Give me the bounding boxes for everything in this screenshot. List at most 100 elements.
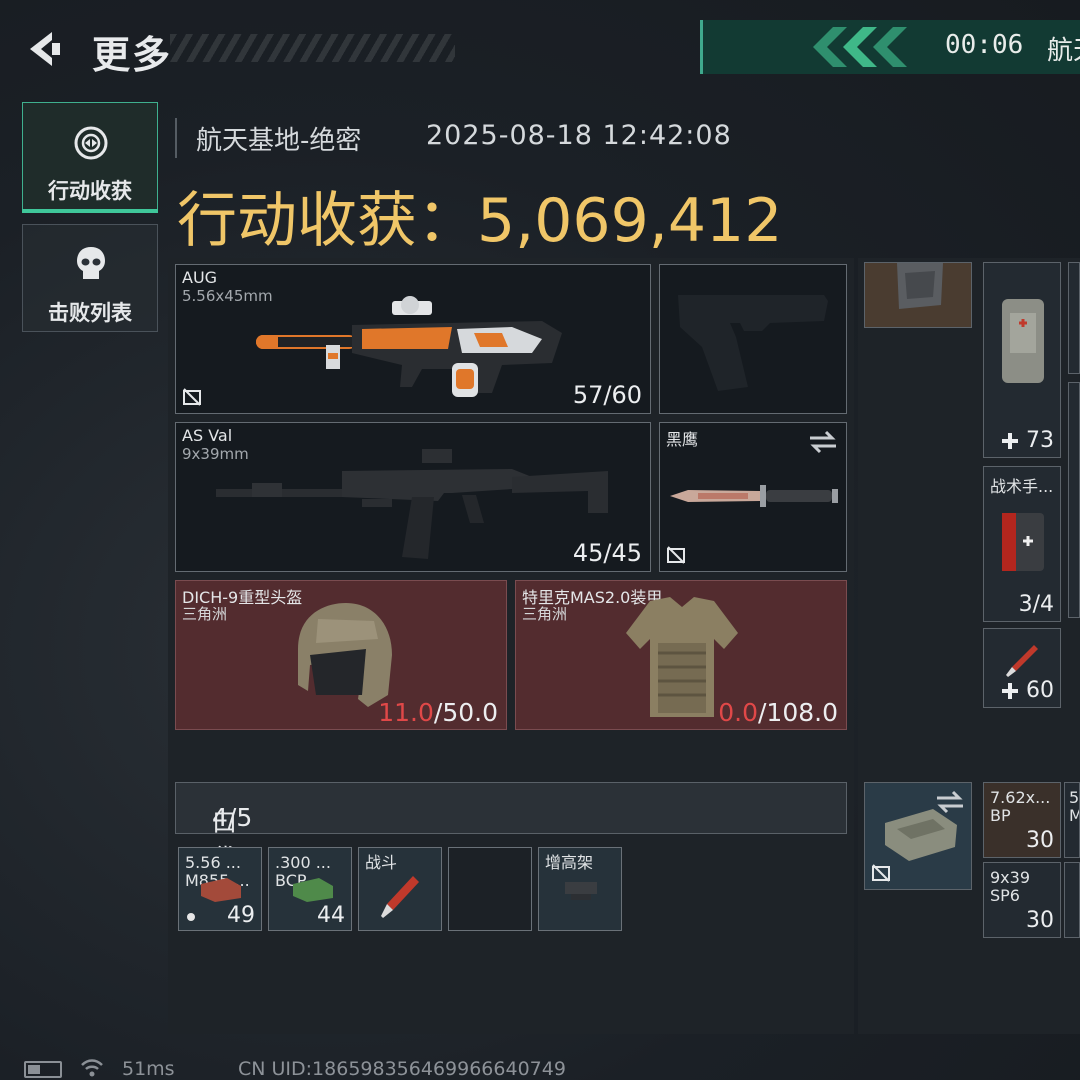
item-name: 增高架 xyxy=(545,853,594,872)
item-name-line1: 5 xyxy=(1069,788,1080,807)
loot-total-label: 行动收获： xyxy=(177,186,477,256)
plus-icon xyxy=(1002,433,1018,449)
item-name-line1: 5.56 ... xyxy=(185,853,241,872)
asval-rifle-icon xyxy=(216,449,608,559)
chevron-left-icon xyxy=(873,27,907,67)
skull-icon xyxy=(77,247,105,279)
armor-durability-current: 0.0 xyxy=(718,698,758,727)
item-name: 5M xyxy=(1069,788,1080,825)
item-count: 30 xyxy=(1026,828,1054,853)
loot-total-value: 5,069,412 xyxy=(477,186,783,256)
armor-durability-max: /108.0 xyxy=(758,698,838,727)
helmet-icon xyxy=(298,603,392,707)
page-title: 更多 xyxy=(92,33,173,77)
backpack-item-partial[interactable] xyxy=(1064,862,1080,938)
helmet-slot[interactable]: DICH-9重型头盔 三角洲 11.0/50.0 xyxy=(175,580,507,730)
item-count: 60 xyxy=(1026,678,1054,703)
body-armor-slot[interactable]: 特里克MAS2.0装甲 三角洲 0.0/108.0 xyxy=(515,580,847,730)
divider xyxy=(175,118,177,158)
wifi-icon xyxy=(81,1059,103,1077)
not-insured-icon xyxy=(667,546,685,564)
backpack-item-container[interactable] xyxy=(864,782,972,890)
backpack-item-ammo-762[interactable]: 7.62x... BP 30 xyxy=(983,782,1061,858)
helmet-durability-current: 11.0 xyxy=(378,698,434,727)
backpack-item-partial[interactable]: 5M xyxy=(1064,782,1080,858)
backpack-item-ammo-9x39[interactable]: 9x39 SP6 30 xyxy=(983,862,1061,938)
tab-operation-loot[interactable]: 行动收获 xyxy=(22,102,158,213)
helmet-durability: 11.0/50.0 xyxy=(378,698,498,727)
dot-indicator xyxy=(187,913,195,921)
raid-datetime: 2025-08-18 12:42:08 xyxy=(426,120,732,151)
backpack-item-partial[interactable] xyxy=(1068,262,1080,374)
helmet-maker: 三角洲 xyxy=(182,605,228,623)
backpack-item-syringe[interactable]: 60 xyxy=(983,628,1061,708)
item-name-line2: BP xyxy=(990,806,1011,825)
syringe-icon xyxy=(1006,645,1038,677)
secondary-weapon-slot[interactable]: AS Val 9x39mm 45/45 xyxy=(175,422,651,572)
item-count: 30 xyxy=(1026,908,1054,933)
pocket-item-ammo-300[interactable]: .300 ... BCP ... 44 xyxy=(268,847,352,931)
item-count: 44 xyxy=(317,903,345,928)
item-count: 73 xyxy=(1026,428,1054,453)
ammo-box-icon xyxy=(293,878,333,902)
item-name: 战术手... xyxy=(990,477,1054,496)
pocket-item-empty[interactable] xyxy=(448,847,532,931)
item-name-line2: SP6 xyxy=(990,886,1020,905)
battery-icon xyxy=(24,1061,62,1078)
weapon-ammo-count: 57/60 xyxy=(572,381,642,409)
primary-weapon-slot[interactable]: AUG 5.56x45mm 57/60 xyxy=(175,264,651,414)
tab-defeat-list-label: 击败列表 xyxy=(48,301,132,325)
item-name: 战斗 xyxy=(365,853,398,872)
melee-name: 黑鹰 xyxy=(666,430,699,449)
backpack-item-tactical-med[interactable]: 战术手... 3/4 xyxy=(983,466,1061,622)
item-name: 7.62x... BP xyxy=(990,789,1050,825)
sidearm-slot[interactable] xyxy=(659,264,847,414)
armor-durability: 0.0/108.0 xyxy=(718,698,838,727)
item-count: 3/4 xyxy=(1018,592,1054,617)
pocket-item-riser[interactable]: 增高架 xyxy=(538,847,622,931)
backpack-item-medkit[interactable]: 73 xyxy=(983,262,1061,458)
loot-total: 行动收获：5,069,412 xyxy=(177,172,782,259)
aug-rifle-icon xyxy=(256,296,562,397)
tab-operation-loot-label: 行动收获 xyxy=(48,179,132,203)
tactical-medkit-icon xyxy=(1002,513,1044,571)
operation-loot-icon xyxy=(74,126,108,160)
medkit-icon xyxy=(1002,299,1044,383)
ping-value: 51ms xyxy=(122,1058,175,1080)
pocket-item-ammo-556[interactable]: 5.56 ... M855 ... 49 xyxy=(178,847,262,931)
backpack-item-bag[interactable] xyxy=(864,262,972,328)
case-icon xyxy=(885,809,957,861)
helmet-durability-max: /50.0 xyxy=(433,698,498,727)
weapon-name: AUG xyxy=(182,268,218,287)
back-arrow-icon[interactable] xyxy=(22,28,64,70)
map-name: 航天基地-绝密 xyxy=(196,126,362,156)
item-name-line2: M xyxy=(1069,806,1079,825)
timer-value: 00:06 xyxy=(945,30,1024,60)
item-count: 49 xyxy=(227,903,255,928)
timer-map-label: 航天 xyxy=(1047,36,1080,66)
item-name-line1: 7.62x... xyxy=(990,788,1051,807)
melee-slot[interactable]: 黑鹰 xyxy=(659,422,847,572)
user-uid: CN UID:18659835646996664​0749 xyxy=(238,1058,566,1080)
item-name-line1: .300 ... xyxy=(275,853,331,872)
weapon-ammo-count: 45/45 xyxy=(572,539,642,567)
armor-maker: 三角洲 xyxy=(522,605,568,623)
riser-mount-icon xyxy=(565,882,597,900)
ammo-box-icon xyxy=(201,878,241,902)
not-insured-icon xyxy=(183,388,201,406)
plus-icon xyxy=(1002,683,1018,699)
pistol-silhouette-icon xyxy=(678,295,828,391)
knife-icon xyxy=(670,485,838,507)
backpack-item-partial[interactable] xyxy=(1068,382,1080,618)
raid-timer-bar: 00:06 航天 xyxy=(700,20,1080,74)
pocket-capacity: 4/5 xyxy=(212,803,253,832)
swap-icon[interactable] xyxy=(808,429,838,455)
tab-defeat-list[interactable]: 击败列表 xyxy=(22,224,158,332)
title-decoration xyxy=(170,34,455,62)
pocket-item-combat-syringe[interactable]: 战斗 xyxy=(358,847,442,931)
backpack-icon xyxy=(897,263,943,309)
item-name-line1: 9x39 xyxy=(990,868,1031,887)
not-insured-icon xyxy=(872,864,890,882)
syringe-icon xyxy=(381,876,419,918)
pocket-header: 口袋：4/5 xyxy=(175,782,847,873)
